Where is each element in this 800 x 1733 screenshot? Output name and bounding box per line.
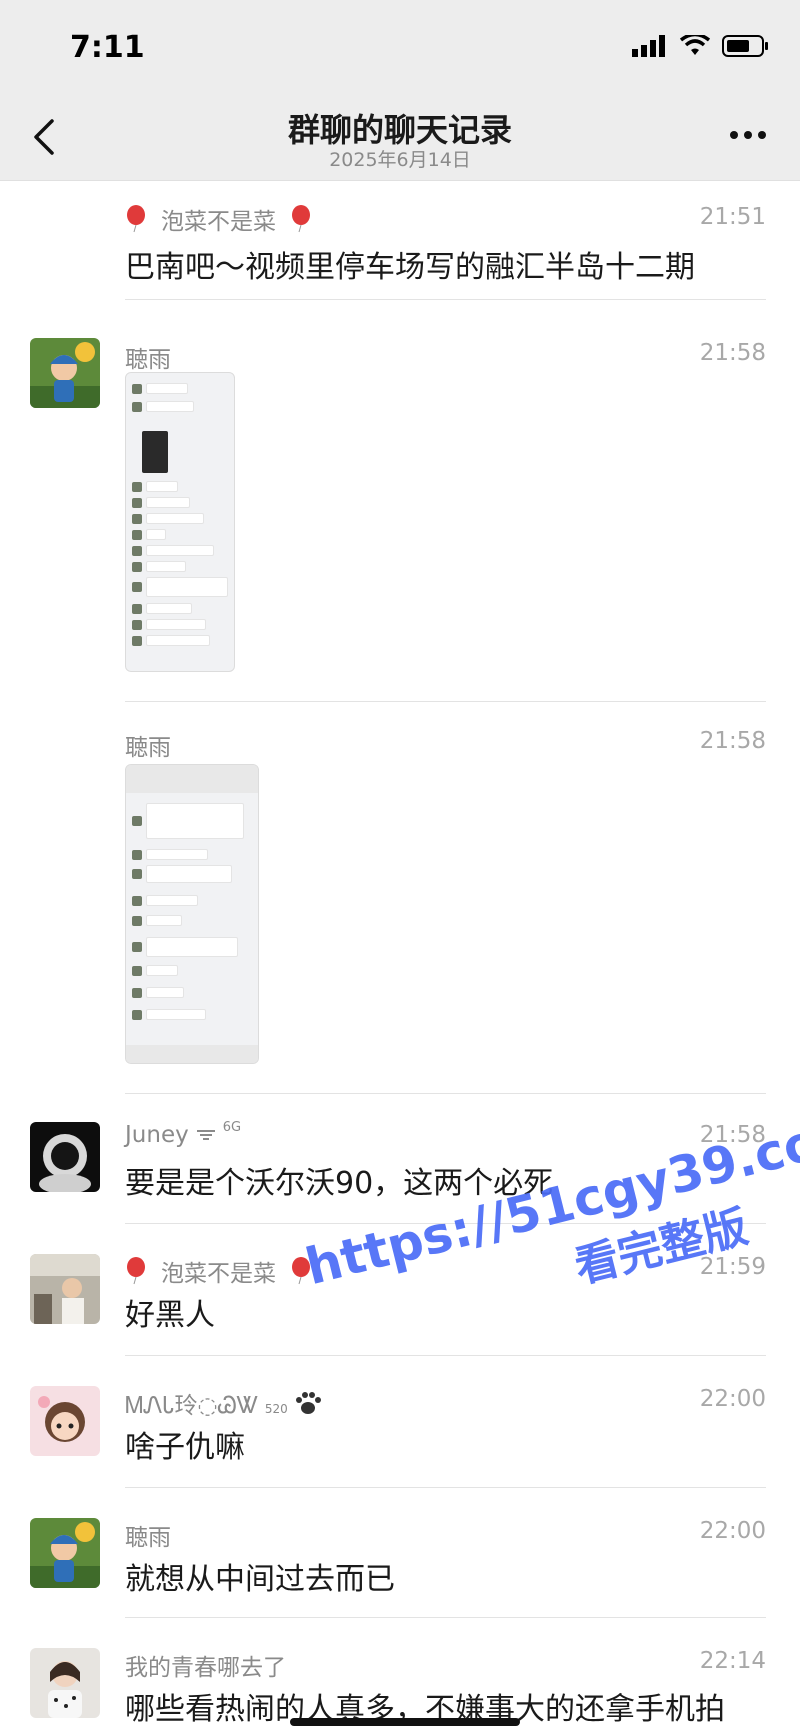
message-time: 21:58 [699, 1122, 766, 1148]
message-time: 22:14 [699, 1648, 766, 1674]
avatar[interactable] [30, 1254, 100, 1324]
message-text: 巴南吧～视频里停车场写的融汇半岛十二期 [125, 250, 695, 285]
message-time: 21:59 [699, 1254, 766, 1280]
avatar[interactable] [30, 1518, 100, 1588]
message-time: 22:00 [699, 1518, 766, 1544]
paw-icon [295, 1392, 321, 1414]
message-text: 要是是个沃尔沃90，这两个必死 [125, 1166, 554, 1201]
battery-icon [722, 35, 768, 57]
sender-name: 聴雨 [125, 1525, 171, 1551]
nav-bar: 群聊的聊天记录 2025年6月14日 [0, 95, 800, 181]
sender-name: 泡菜不是菜 [125, 202, 312, 236]
status-time: 7:11 [70, 30, 145, 65]
balloon-icon [127, 1257, 145, 1285]
signal-icon [632, 35, 665, 57]
image-thumbnail[interactable] [125, 372, 235, 672]
sender-name: 聴雨 [125, 347, 171, 373]
more-icon[interactable] [728, 125, 768, 145]
sender-name: Juney 6G [125, 1119, 242, 1149]
sender-name: 泡菜不是菜 [125, 1254, 312, 1288]
message-item[interactable]: 聴雨 21:58 [0, 300, 800, 702]
sender-suffix: 520 [264, 1402, 288, 1416]
message-item[interactable]: 我的青春哪去了 22:14 哪些看热闹的人真多，不嫌事大的还拿手机拍 [0, 1618, 800, 1733]
sender-name: 聴雨 [125, 735, 171, 761]
message-item[interactable]: ᎷᏁᏓ玲◌ᏊᏔ 520 22:00 啥子仇嘛 [0, 1356, 800, 1488]
home-indicator[interactable] [290, 1718, 520, 1726]
page-subtitle: 2025年6月14日 [329, 149, 471, 171]
message-time: 22:00 [699, 1386, 766, 1412]
avatar[interactable] [30, 1648, 100, 1718]
network-badge: 6G [222, 1119, 242, 1135]
balloon-icon [292, 205, 310, 233]
message-time: 21:51 [699, 204, 766, 230]
status-icons [632, 34, 770, 58]
message-item[interactable]: 聴雨 21:58 [0, 702, 800, 1094]
avatar[interactable] [30, 1386, 100, 1456]
sender-name: ᎷᏁᏓ玲◌ᏊᏔ 520 [125, 1386, 322, 1420]
avatar[interactable] [30, 338, 100, 408]
balloon-icon [127, 205, 145, 233]
message-time: 21:58 [699, 728, 766, 754]
sender-name: 我的青春哪去了 [125, 1655, 286, 1681]
avatar[interactable] [30, 1122, 100, 1192]
message-text: 就想从中间过去而已 [125, 1562, 395, 1597]
wifi-icon [680, 35, 710, 55]
status-bar: 7:11 [0, 0, 800, 95]
sender-label: ᎷᏁᏓ玲◌ᏊᏔ [125, 1393, 259, 1419]
message-item[interactable]: 泡菜不是菜 21:51 巴南吧～视频里停车场写的融汇半岛十二期 [0, 182, 800, 300]
sender-label: 泡菜不是菜 [161, 1261, 276, 1287]
message-text: 好黑人 [125, 1298, 215, 1333]
sender-label: Juney [125, 1122, 189, 1148]
message-text: 啥子仇嘛 [125, 1430, 245, 1465]
image-thumbnail[interactable] [125, 764, 259, 1064]
message-item[interactable]: 泡菜不是菜 21:59 好黑人 [0, 1224, 800, 1356]
sender-label: 泡菜不是菜 [161, 209, 276, 235]
message-item[interactable]: Juney 6G 21:58 要是是个沃尔沃90，这两个必死 [0, 1094, 800, 1224]
balloon-icon [292, 1257, 310, 1285]
message-item[interactable]: 聴雨 22:00 就想从中间过去而已 [0, 1488, 800, 1618]
wifi-icon [196, 1130, 215, 1140]
message-time: 21:58 [699, 340, 766, 366]
